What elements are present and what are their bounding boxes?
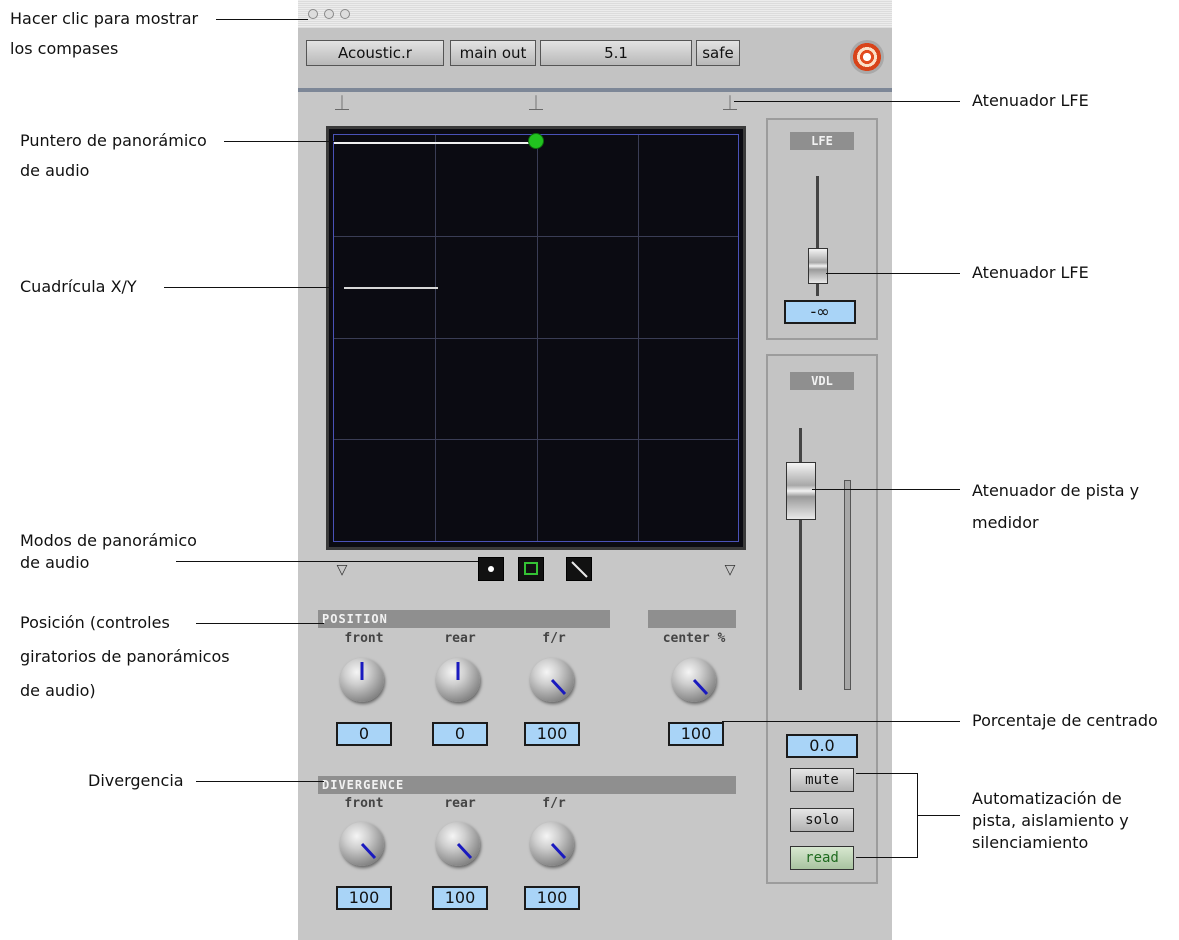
callout-position-2: giratorios de panorámicos xyxy=(20,647,230,666)
divergence-fr-knob[interactable] xyxy=(530,822,574,866)
divergence-section-header: DIVERGENCE xyxy=(318,776,736,794)
leader-line xyxy=(216,19,308,20)
grid-line xyxy=(334,236,738,237)
divergence-rear-label: rear xyxy=(444,796,476,811)
position-fr-label: f/r xyxy=(542,631,566,646)
grid-line xyxy=(334,439,738,440)
leader-line xyxy=(734,101,960,102)
leader-line xyxy=(196,781,324,782)
callout-automation-3: silenciamiento xyxy=(972,833,1089,852)
center-section-header xyxy=(648,610,736,628)
insert-name-button[interactable]: Acoustic.r xyxy=(306,40,444,66)
callout-automation: Automatización de xyxy=(972,789,1122,808)
center-percent-knob[interactable] xyxy=(672,658,716,702)
divergence-front-label: front xyxy=(344,796,384,811)
position-front-value[interactable]: 0 xyxy=(336,722,392,746)
callout-lfe-fader: Atenuador LFE xyxy=(972,263,1089,282)
leader-line xyxy=(176,561,478,562)
callout-center-pct: Porcentaje de centrado xyxy=(972,711,1158,730)
position-rear-knob[interactable] xyxy=(436,658,480,702)
callout-track-fader: Atenuador de pista y xyxy=(972,481,1140,500)
leader-line xyxy=(856,857,918,858)
divergence-fr-value[interactable]: 100 xyxy=(524,886,580,910)
speaker-rear-right-icon[interactable]: ▽ xyxy=(722,562,738,576)
position-rear-value[interactable]: 0 xyxy=(432,722,488,746)
callout-bars-2: los compases xyxy=(10,39,119,58)
track-meter xyxy=(844,480,851,690)
position-section-header: POSITION xyxy=(318,610,610,628)
divergence-rear-knob[interactable] xyxy=(436,822,480,866)
format-display[interactable]: 5.1 xyxy=(540,40,692,66)
lfe-fader[interactable] xyxy=(808,248,828,284)
divergence-fr-label: f/r xyxy=(542,796,566,811)
close-window-icon[interactable] xyxy=(308,9,318,19)
lfe-title: LFE xyxy=(790,132,854,150)
callout-lfe-top: Atenuador LFE xyxy=(972,91,1089,110)
vdl-title: VDL xyxy=(790,372,854,390)
position-fr-knob[interactable] xyxy=(530,658,574,702)
center-percent-label: center % xyxy=(662,631,726,646)
speaker-front-right-icon[interactable]: ⏊ xyxy=(722,96,738,110)
position-front-label: front xyxy=(344,631,384,646)
leader-line xyxy=(812,489,960,490)
leader-line xyxy=(918,815,960,816)
square-mode-button[interactable] xyxy=(518,557,544,581)
mute-button[interactable]: mute xyxy=(790,768,854,792)
leader-line xyxy=(826,273,960,274)
callout-pointer-2: de audio xyxy=(20,161,90,180)
callout-automation-2: pista, aislamiento y xyxy=(972,811,1129,830)
diagonal-mode-button[interactable] xyxy=(566,557,592,581)
grid-line xyxy=(334,338,738,339)
grid-marker-line xyxy=(344,287,438,289)
vdl-panel xyxy=(766,354,878,884)
lfe-value[interactable]: -∞ xyxy=(784,300,856,324)
target-icon[interactable] xyxy=(850,40,884,74)
divergence-front-knob[interactable] xyxy=(340,822,384,866)
output-path-selector[interactable]: main out xyxy=(450,40,536,66)
position-fr-value[interactable]: 100 xyxy=(524,722,580,746)
leader-line xyxy=(224,141,334,142)
center-percent-value[interactable]: 100 xyxy=(668,722,724,746)
zoom-window-icon[interactable] xyxy=(340,9,350,19)
diagonal-mode-icon xyxy=(571,561,588,578)
xy-grid xyxy=(333,133,739,542)
speaker-front-left-icon[interactable]: ⏊ xyxy=(334,96,350,110)
divergence-rear-value[interactable]: 100 xyxy=(432,886,488,910)
callout-grid: Cuadrícula X/Y xyxy=(20,277,137,296)
leader-line xyxy=(856,773,918,774)
speaker-rear-left-icon[interactable]: ▽ xyxy=(334,562,350,576)
callout-modes-2: de audio xyxy=(20,553,90,572)
callout-bars: Hacer clic para mostrar xyxy=(10,9,199,28)
track-fader[interactable] xyxy=(786,462,816,520)
solo-button[interactable]: solo xyxy=(790,808,854,832)
leader-line xyxy=(164,287,332,288)
window-toolbar: Acoustic.r main out 5.1 safe xyxy=(298,28,892,92)
square-mode-icon xyxy=(524,562,538,575)
callout-pointer: Puntero de panorámico xyxy=(20,131,207,150)
callout-position-3: de audio) xyxy=(20,681,96,700)
position-front-knob[interactable] xyxy=(340,658,384,702)
pan-cursor[interactable] xyxy=(528,133,544,149)
speaker-center-icon[interactable]: ⏊ xyxy=(528,96,544,110)
automation-mode-button[interactable]: read xyxy=(790,846,854,870)
callout-track-fader-2: medidor xyxy=(972,513,1039,532)
xy-panner-grid[interactable] xyxy=(326,126,746,550)
pan-trail-line xyxy=(334,142,534,144)
callout-divergence: Divergencia xyxy=(88,771,184,790)
divergence-front-value[interactable]: 100 xyxy=(336,886,392,910)
point-mode-icon xyxy=(488,566,494,572)
safe-button[interactable]: safe xyxy=(696,40,740,66)
minimize-window-icon[interactable] xyxy=(324,9,334,19)
leader-line xyxy=(196,623,324,624)
callout-position: Posición (controles xyxy=(20,613,170,632)
point-mode-button[interactable] xyxy=(478,557,504,581)
window-titlebar[interactable] xyxy=(298,0,892,28)
track-volume-value[interactable]: 0.0 xyxy=(786,734,858,758)
leader-line xyxy=(722,721,960,722)
position-rear-label: rear xyxy=(444,631,476,646)
